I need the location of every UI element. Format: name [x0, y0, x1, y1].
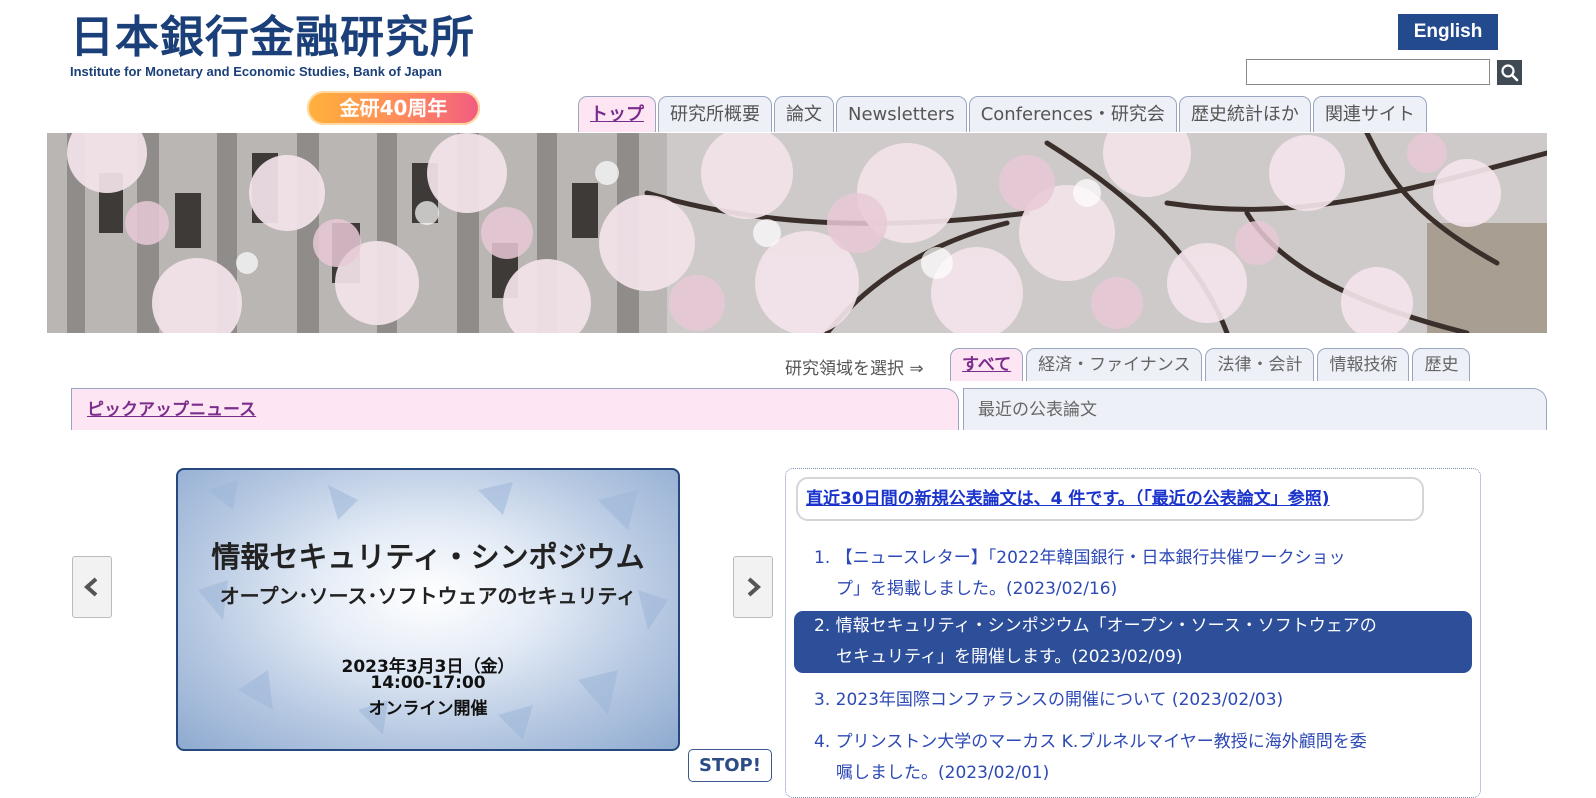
- logo-english: Institute for Monetary and Economic Stud…: [70, 64, 442, 79]
- area-tab-all[interactable]: すべて: [950, 348, 1024, 381]
- tab-recent-papers[interactable]: 最近の公表論文: [963, 388, 1547, 430]
- nav-tab-related-sites[interactable]: 関連サイト: [1312, 96, 1427, 132]
- news-item-line: 4. プリンストン大学のマーカス K.ブルネルマイヤー教授に海外顧問を委: [814, 732, 1367, 752]
- area-tab-information-technology[interactable]: 情報技術: [1317, 348, 1410, 381]
- news-panel: 直近30日間の新規公表論文は、4 件です。（「最近の公表論文」参照) 1. 【ニ…: [785, 468, 1481, 798]
- news-item[interactable]: 1. 【ニュースレター】「2022年韓国銀行・日本銀行共催ワークショッ プ」を掲…: [794, 543, 1472, 605]
- nav-tab-conferences[interactable]: Conferences・研究会: [968, 96, 1177, 132]
- nav-tab-top[interactable]: トップ: [578, 96, 656, 132]
- slide-banner[interactable]: 情報セキュリティ・シンポジウム オープン･ソース･ソフトウェアのセキュリティ 2…: [176, 468, 680, 751]
- english-button[interactable]: English: [1398, 14, 1498, 50]
- slideshow-stop-button[interactable]: STOP!: [688, 749, 772, 782]
- area-tab-economics-finance[interactable]: 経済・ファイナンス: [1026, 348, 1203, 381]
- nav-tab-newsletters[interactable]: Newsletters: [836, 96, 967, 132]
- area-tabs: すべて 経済・ファイナンス 法律・会計 情報技術 歴史: [950, 348, 1473, 381]
- nav-tab-papers[interactable]: 論文: [774, 96, 834, 132]
- news-item[interactable]: 3. 2023年国際コンファランスの開催について (2023/02/03): [794, 685, 1472, 716]
- banner-image: [47, 133, 1547, 333]
- site-logo[interactable]: 日本銀行金融研究所 Institute for Monetary and Eco…: [70, 12, 500, 79]
- logo-japanese: 日本銀行金融研究所: [70, 12, 475, 63]
- news-item-highlighted[interactable]: 2. 情報セキュリティ・シンポジウム「オープン・ソース・ソフトウェアの セキュリ…: [794, 611, 1472, 673]
- news-item-line: 嘱しました。(2023/02/01): [836, 763, 1050, 783]
- nav-tab-historical-stats[interactable]: 歴史統計ほか: [1178, 96, 1311, 132]
- slide-format: オンライン開催: [368, 699, 488, 719]
- news-item-line: 1. 【ニュースレター】「2022年韓国銀行・日本銀行共催ワークショッ: [814, 548, 1346, 568]
- search-input[interactable]: [1246, 59, 1490, 85]
- slide-time: 14:00-17:00: [370, 673, 486, 693]
- chevron-left-icon: [83, 577, 98, 597]
- nav-tab-about[interactable]: 研究所概要: [658, 96, 772, 132]
- search-icon: [1501, 64, 1519, 82]
- chevron-right-icon: [747, 577, 762, 597]
- area-tab-history[interactable]: 歴史: [1412, 348, 1471, 381]
- search-button[interactable]: [1497, 60, 1522, 85]
- cherry-blossom-photo: [47, 133, 1547, 333]
- area-tab-law-accounting[interactable]: 法律・会計: [1205, 348, 1315, 381]
- news-item-line: 2. 情報セキュリティ・シンポジウム「オープン・ソース・ソフトウェアの: [814, 616, 1377, 636]
- main-nav: トップ 研究所概要 論文 Newsletters Conferences・研究会…: [578, 95, 1429, 132]
- news-item[interactable]: 4. プリンストン大学のマーカス K.ブルネルマイヤー教授に海外顧問を委 嘱しま…: [794, 727, 1472, 789]
- tab-pickup-news[interactable]: ピックアップニュース: [71, 388, 959, 430]
- news-item-line: 3. 2023年国際コンファランスの開催について (2023/02/03): [814, 690, 1284, 710]
- slide-prev-button[interactable]: [72, 556, 112, 618]
- slide-subtitle: オープン･ソース･ソフトウェアのセキュリティ: [219, 584, 637, 608]
- anniversary-badge[interactable]: 金研40周年: [307, 91, 480, 125]
- recent-papers-summary-link[interactable]: 直近30日間の新規公表論文は、4 件です。（「最近の公表論文」参照): [796, 477, 1424, 521]
- news-item-line: セキュリティ」を開催します。(2023/02/09): [836, 647, 1183, 667]
- slide-next-button[interactable]: [733, 556, 773, 618]
- news-item-line: プ」を掲載しました。(2023/02/16): [836, 579, 1118, 599]
- area-selector-label: 研究領域を選択 ⇒: [785, 359, 924, 379]
- slide-title: 情報セキュリティ・シンポジウム: [211, 540, 645, 574]
